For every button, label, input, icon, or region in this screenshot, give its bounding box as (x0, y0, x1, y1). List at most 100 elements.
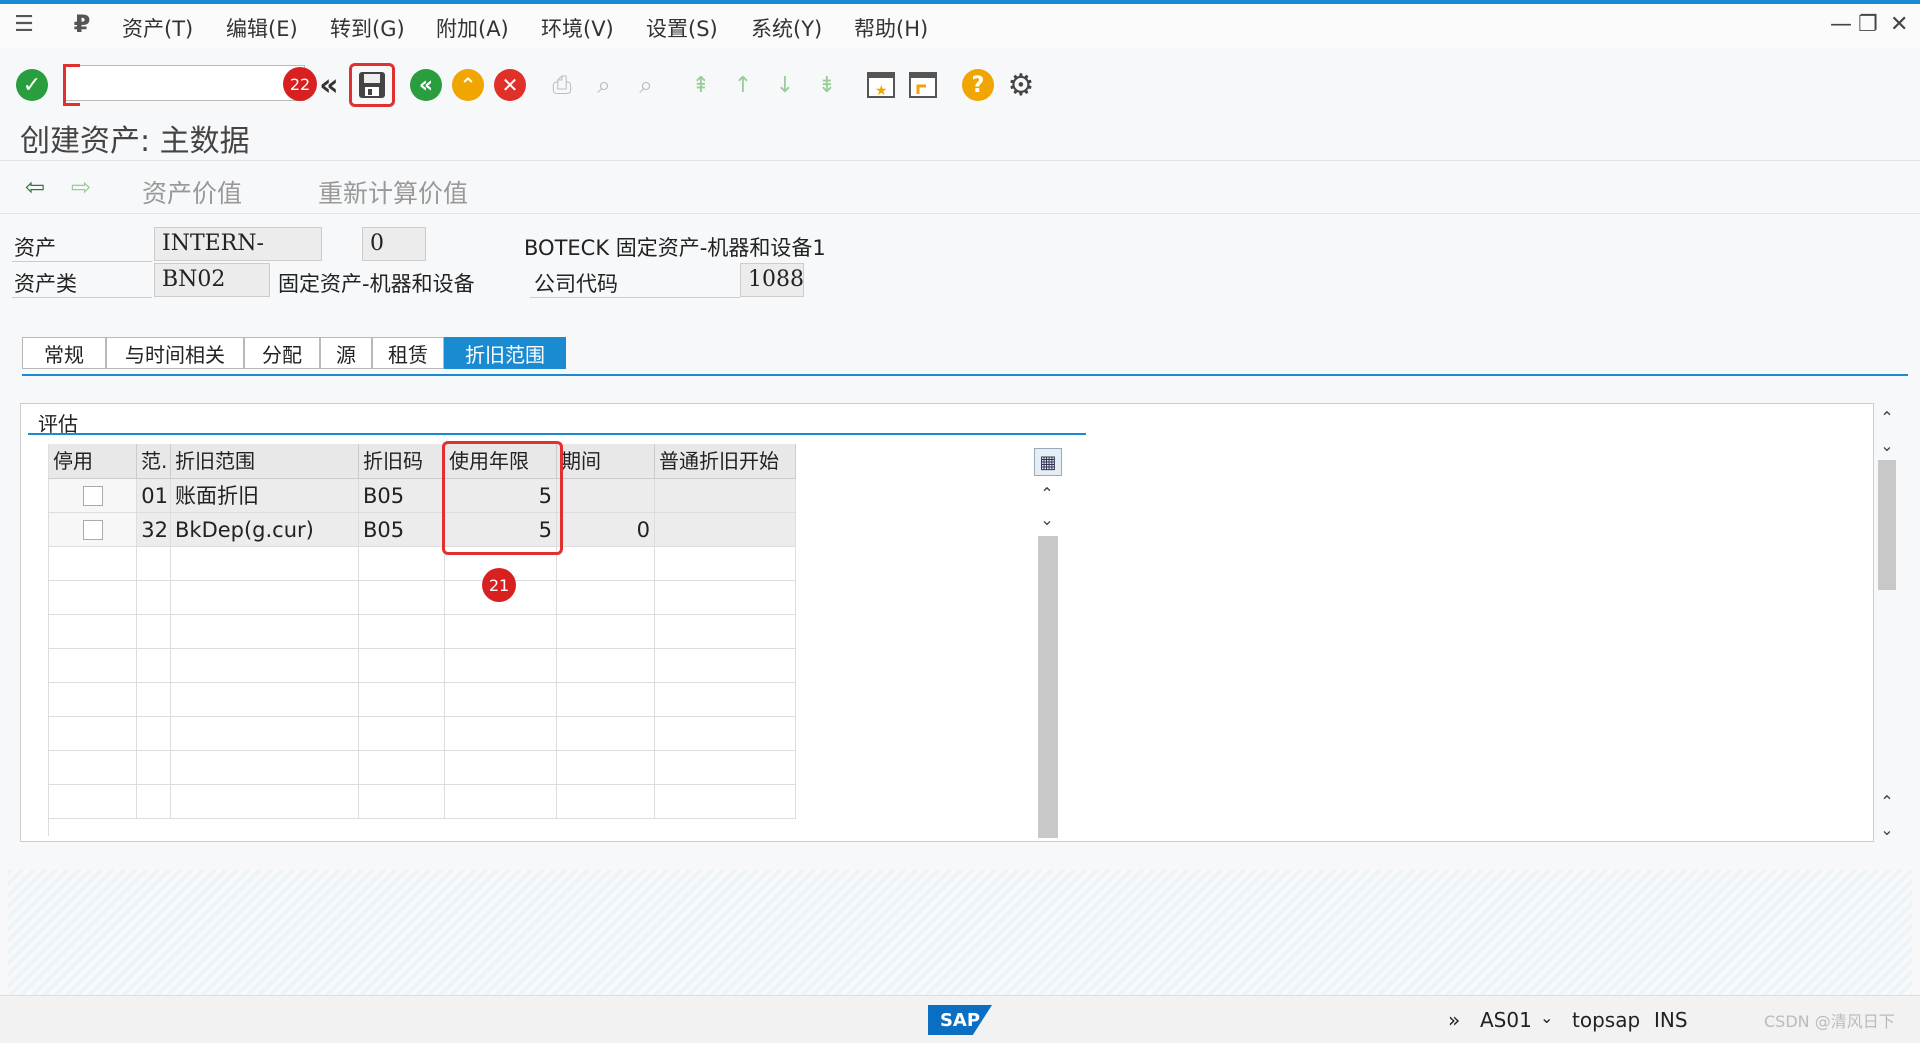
shortcut-icon[interactable] (906, 68, 940, 102)
menu-settings[interactable]: 设置(S) (646, 13, 718, 43)
sap-p-icon[interactable]: ₽ (68, 10, 96, 38)
expand-left-icon[interactable]: « (316, 68, 342, 103)
empty-cell[interactable] (557, 615, 655, 649)
command-field[interactable] (63, 65, 305, 101)
empty-cell[interactable] (557, 547, 655, 581)
tab-leasing[interactable]: 租赁 (372, 337, 444, 369)
help-icon[interactable]: ? (962, 69, 994, 101)
table-scroll-down-icon[interactable]: ⌄ (1036, 508, 1058, 530)
empty-cell[interactable] (49, 547, 137, 581)
menu-system[interactable]: 系统(Y) (751, 13, 822, 43)
menu-help[interactable]: 帮助(H) (854, 13, 928, 43)
empty-cell[interactable] (359, 649, 445, 683)
tab-time-dependent[interactable]: 与时间相关 (106, 337, 244, 369)
find-next-icon[interactable]: ⌕ (630, 70, 662, 100)
empty-cell[interactable] (171, 751, 359, 785)
exit-icon[interactable]: ⌃ (452, 69, 484, 101)
empty-cell[interactable] (655, 581, 796, 615)
panel-scroll-up-icon[interactable]: ⌃ (1876, 406, 1898, 428)
empty-cell[interactable] (137, 649, 171, 683)
tab-general[interactable]: 常规 (22, 337, 106, 369)
panel-scroll-down-icon[interactable]: ⌄ (1876, 434, 1898, 456)
empty-cell[interactable] (359, 717, 445, 751)
empty-cell[interactable] (557, 649, 655, 683)
empty-cell[interactable] (49, 615, 137, 649)
empty-cell[interactable] (557, 581, 655, 615)
empty-cell[interactable] (359, 785, 445, 819)
empty-cell[interactable] (655, 751, 796, 785)
empty-cell[interactable] (359, 615, 445, 649)
empty-cell[interactable] (557, 717, 655, 751)
empty-cell[interactable] (49, 581, 137, 615)
period-cell[interactable] (557, 479, 655, 513)
find-icon[interactable]: ⌕ (588, 70, 620, 100)
empty-cell[interactable] (655, 649, 796, 683)
empty-cell[interactable] (557, 785, 655, 819)
panel-page-up-icon[interactable]: ⌃ (1876, 790, 1898, 812)
menu-environment[interactable]: 环境(V) (541, 13, 614, 43)
col-dep-key[interactable]: 折旧码 (359, 444, 445, 479)
table-scrollbar-thumb[interactable] (1038, 536, 1058, 838)
empty-cell[interactable] (359, 683, 445, 717)
empty-cell[interactable] (557, 683, 655, 717)
asset-number-field[interactable]: INTERN-00001 (154, 227, 322, 288)
recalculate-values-button[interactable]: 重新计算价值 (318, 174, 468, 210)
tab-allocations[interactable]: 分配 (244, 337, 320, 369)
status-chevron-down-icon[interactable]: ⌄ (1540, 1008, 1553, 1027)
col-ordinary-dep-start[interactable]: 普通折旧开始 (655, 444, 796, 479)
previous-asset-icon[interactable]: ⇦ (20, 172, 50, 202)
empty-cell[interactable] (137, 683, 171, 717)
deactivated-checkbox[interactable] (83, 520, 103, 540)
empty-cell[interactable] (445, 717, 557, 751)
empty-cell[interactable] (171, 547, 359, 581)
menu-icon[interactable]: ☰ (12, 12, 36, 37)
close-window-icon[interactable]: ✕ (1890, 12, 1908, 37)
company-code-field[interactable]: 1088 (740, 263, 804, 297)
empty-cell[interactable] (137, 785, 171, 819)
col-deactivated[interactable]: 停用 (49, 444, 137, 479)
prev-page-icon[interactable]: ↑ (728, 70, 758, 100)
next-asset-icon[interactable]: ⇨ (66, 172, 96, 202)
panel-scrollbar-thumb[interactable] (1878, 460, 1896, 590)
save-icon[interactable] (355, 68, 389, 102)
next-page-icon[interactable]: ↓ (770, 70, 800, 100)
asset-class-field[interactable]: BN02 (154, 263, 270, 297)
empty-cell[interactable] (171, 581, 359, 615)
empty-cell[interactable] (655, 717, 796, 751)
empty-cell[interactable] (137, 615, 171, 649)
empty-cell[interactable] (171, 615, 359, 649)
maximize-icon[interactable]: ❐ (1858, 12, 1878, 37)
deactivated-checkbox[interactable] (83, 486, 103, 506)
empty-cell[interactable] (49, 717, 137, 751)
empty-cell[interactable] (49, 785, 137, 819)
col-area-name[interactable]: 折旧范围 (171, 444, 359, 479)
col-period[interactable]: 期间 (557, 444, 655, 479)
status-expand-icon[interactable]: » (1448, 1008, 1460, 1032)
status-transaction[interactable]: AS01 (1480, 1008, 1532, 1032)
empty-cell[interactable] (49, 751, 137, 785)
menu-goto[interactable]: 转到(G) (330, 13, 405, 43)
empty-cell[interactable] (445, 751, 557, 785)
panel-page-down-icon[interactable]: ⌄ (1876, 818, 1898, 840)
dep-key-cell[interactable]: B05 (359, 479, 445, 513)
table-settings-icon[interactable]: ▦ (1034, 448, 1062, 476)
cancel-icon[interactable]: ✕ (494, 69, 526, 101)
check-icon[interactable]: ✓ (16, 69, 48, 101)
empty-cell[interactable] (359, 751, 445, 785)
tab-origin[interactable]: 源 (320, 337, 372, 369)
settings-icon[interactable]: ⚙ (1004, 68, 1038, 103)
menu-asset[interactable]: 资产(T) (122, 13, 193, 43)
asset-values-button[interactable]: 资产价值 (142, 174, 242, 210)
last-page-icon[interactable]: ⇟ (812, 70, 842, 100)
empty-cell[interactable] (445, 683, 557, 717)
col-area[interactable]: 范. (137, 444, 171, 479)
dep-start-cell[interactable] (655, 513, 796, 547)
empty-cell[interactable] (137, 717, 171, 751)
empty-cell[interactable] (655, 615, 796, 649)
empty-cell[interactable] (445, 649, 557, 683)
empty-cell[interactable] (171, 717, 359, 751)
empty-cell[interactable] (137, 547, 171, 581)
empty-cell[interactable] (49, 683, 137, 717)
menu-edit[interactable]: 编辑(E) (226, 13, 298, 43)
empty-cell[interactable] (137, 581, 171, 615)
